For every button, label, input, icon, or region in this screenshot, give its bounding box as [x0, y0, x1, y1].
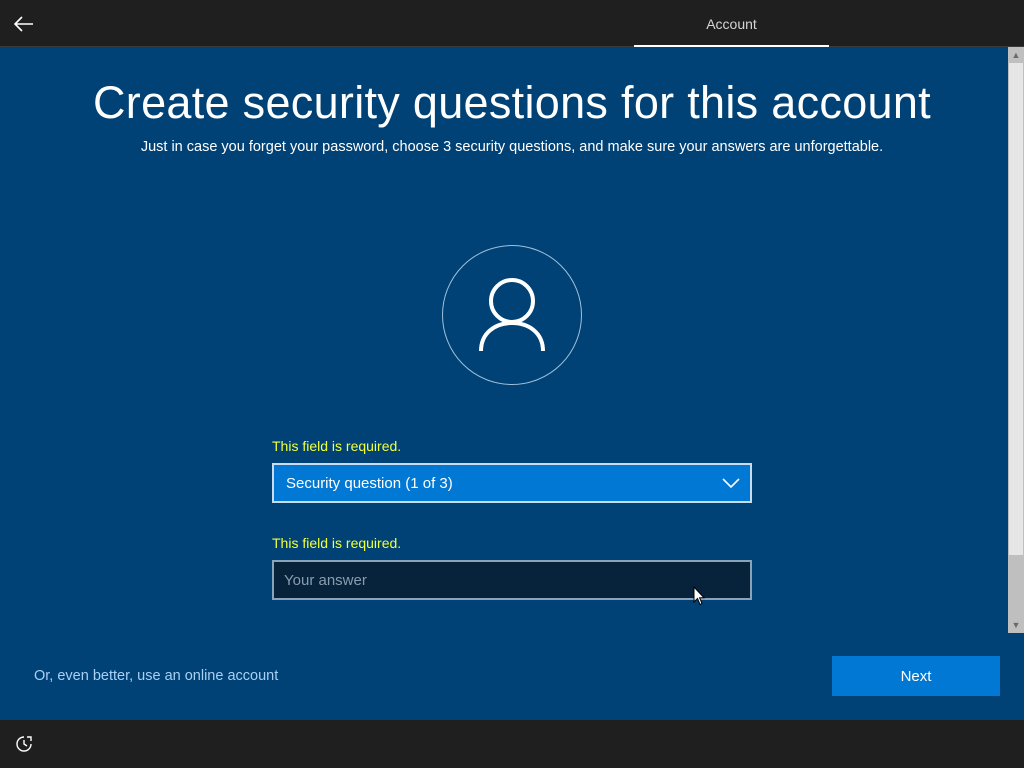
online-account-link[interactable]: Or, even better, use an online account [34, 668, 278, 684]
mouse-cursor-icon [693, 586, 705, 606]
security-question-dropdown[interactable]: Security question (1 of 3) [272, 463, 752, 503]
answer-error-text: This field is required. [272, 535, 402, 551]
bottom-bar [0, 720, 1024, 768]
ease-of-access-icon [16, 736, 32, 752]
answer-input[interactable] [272, 560, 752, 600]
user-icon [479, 278, 545, 352]
scroll-thumb[interactable] [1009, 63, 1023, 555]
ease-of-access-button[interactable] [14, 734, 34, 754]
scroll-up-icon[interactable]: ▲ [1008, 47, 1024, 63]
question-error-text: This field is required. [272, 438, 402, 454]
top-bar: Account [0, 0, 1024, 47]
security-question-value: Security question (1 of 3) [286, 474, 453, 492]
next-button[interactable]: Next [832, 656, 1000, 696]
vertical-scrollbar[interactable]: ▲ ▼ [1008, 47, 1024, 633]
tab-account: Account [634, 0, 829, 47]
back-arrow-icon [14, 16, 33, 32]
page-title: Create security questions for this accou… [92, 77, 931, 128]
back-button[interactable] [10, 10, 38, 38]
page-subtitle: Just in case you forget your password, c… [140, 139, 884, 155]
avatar [442, 245, 582, 385]
scroll-down-icon[interactable]: ▼ [1008, 617, 1024, 633]
chevron-down-icon [722, 478, 740, 489]
